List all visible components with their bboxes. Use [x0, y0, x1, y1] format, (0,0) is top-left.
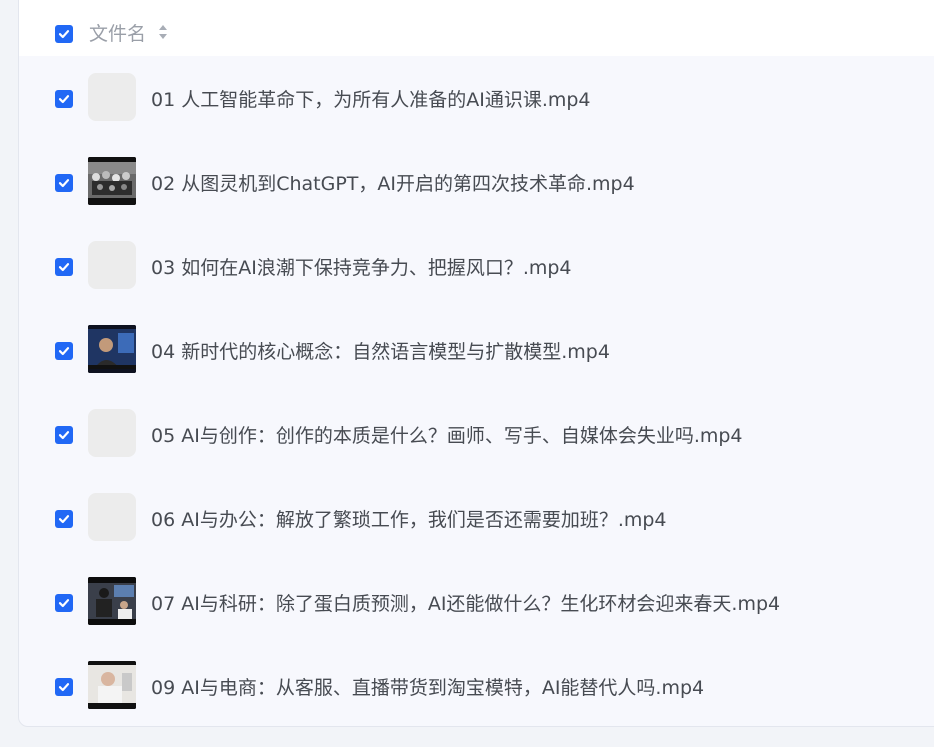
video-thumbnail	[88, 157, 136, 205]
file-row[interactable]: 07 AI与科研：除了蛋白质预测，AI还能做什么？生化环材会迎来春天.mp4	[19, 560, 934, 644]
file-thumbnail-placeholder	[88, 73, 136, 121]
row-checkbox[interactable]	[55, 426, 73, 444]
row-checkbox[interactable]	[55, 594, 73, 612]
row-checkbox[interactable]	[55, 342, 73, 360]
video-thumbnail	[88, 577, 136, 625]
sort-icon[interactable]	[158, 24, 168, 44]
file-row[interactable]: 09 AI与电商：从客服、直播带货到淘宝模特，AI能替代人吗.mp4	[19, 644, 934, 726]
file-list-panel: 文件名 01 人工智能革命下，为所有人准备的AI通识课.mp4 02 从图灵机到…	[18, 0, 934, 727]
file-row[interactable]: 03 如何在AI浪潮下保持竞争力、把握风口？.mp4	[19, 224, 934, 308]
file-name[interactable]: 03 如何在AI浪潮下保持竞争力、把握风口？.mp4	[151, 253, 572, 280]
video-thumbnail	[88, 325, 136, 373]
file-row[interactable]: 04 新时代的核心概念：自然语言模型与扩散模型.mp4	[19, 308, 934, 392]
file-name[interactable]: 06 AI与办公：解放了繁琐工作，我们是否还需要加班？.mp4	[151, 505, 667, 532]
file-thumbnail-placeholder	[88, 241, 136, 289]
file-name[interactable]: 09 AI与电商：从客服、直播带货到淘宝模特，AI能替代人吗.mp4	[151, 673, 704, 700]
video-thumbnail	[88, 661, 136, 709]
filename-column-header[interactable]: 文件名	[89, 19, 146, 46]
file-row[interactable]: 06 AI与办公：解放了繁琐工作，我们是否还需要加班？.mp4	[19, 476, 934, 560]
file-name[interactable]: 07 AI与科研：除了蛋白质预测，AI还能做什么？生化环材会迎来春天.mp4	[151, 589, 780, 616]
file-thumbnail-placeholder	[88, 493, 136, 541]
file-name[interactable]: 01 人工智能革命下，为所有人准备的AI通识课.mp4	[151, 85, 591, 112]
file-name[interactable]: 02 从图灵机到ChatGPT，AI开启的第四次技术革命.mp4	[151, 169, 635, 196]
row-checkbox[interactable]	[55, 174, 73, 192]
file-name[interactable]: 04 新时代的核心概念：自然语言模型与扩散模型.mp4	[151, 337, 610, 364]
row-checkbox[interactable]	[55, 678, 73, 696]
file-list-header: 文件名	[19, 0, 934, 56]
row-checkbox[interactable]	[55, 258, 73, 276]
file-row[interactable]: 02 从图灵机到ChatGPT，AI开启的第四次技术革命.mp4	[19, 140, 934, 224]
row-checkbox[interactable]	[55, 510, 73, 528]
row-checkbox[interactable]	[55, 90, 73, 108]
file-row[interactable]: 05 AI与创作：创作的本质是什么？画师、写手、自媒体会失业吗.mp4	[19, 392, 934, 476]
select-all-checkbox[interactable]	[55, 25, 73, 43]
file-thumbnail-placeholder	[88, 409, 136, 457]
file-name[interactable]: 05 AI与创作：创作的本质是什么？画师、写手、自媒体会失业吗.mp4	[151, 421, 743, 448]
file-row[interactable]: 01 人工智能革命下，为所有人准备的AI通识课.mp4	[19, 56, 934, 140]
